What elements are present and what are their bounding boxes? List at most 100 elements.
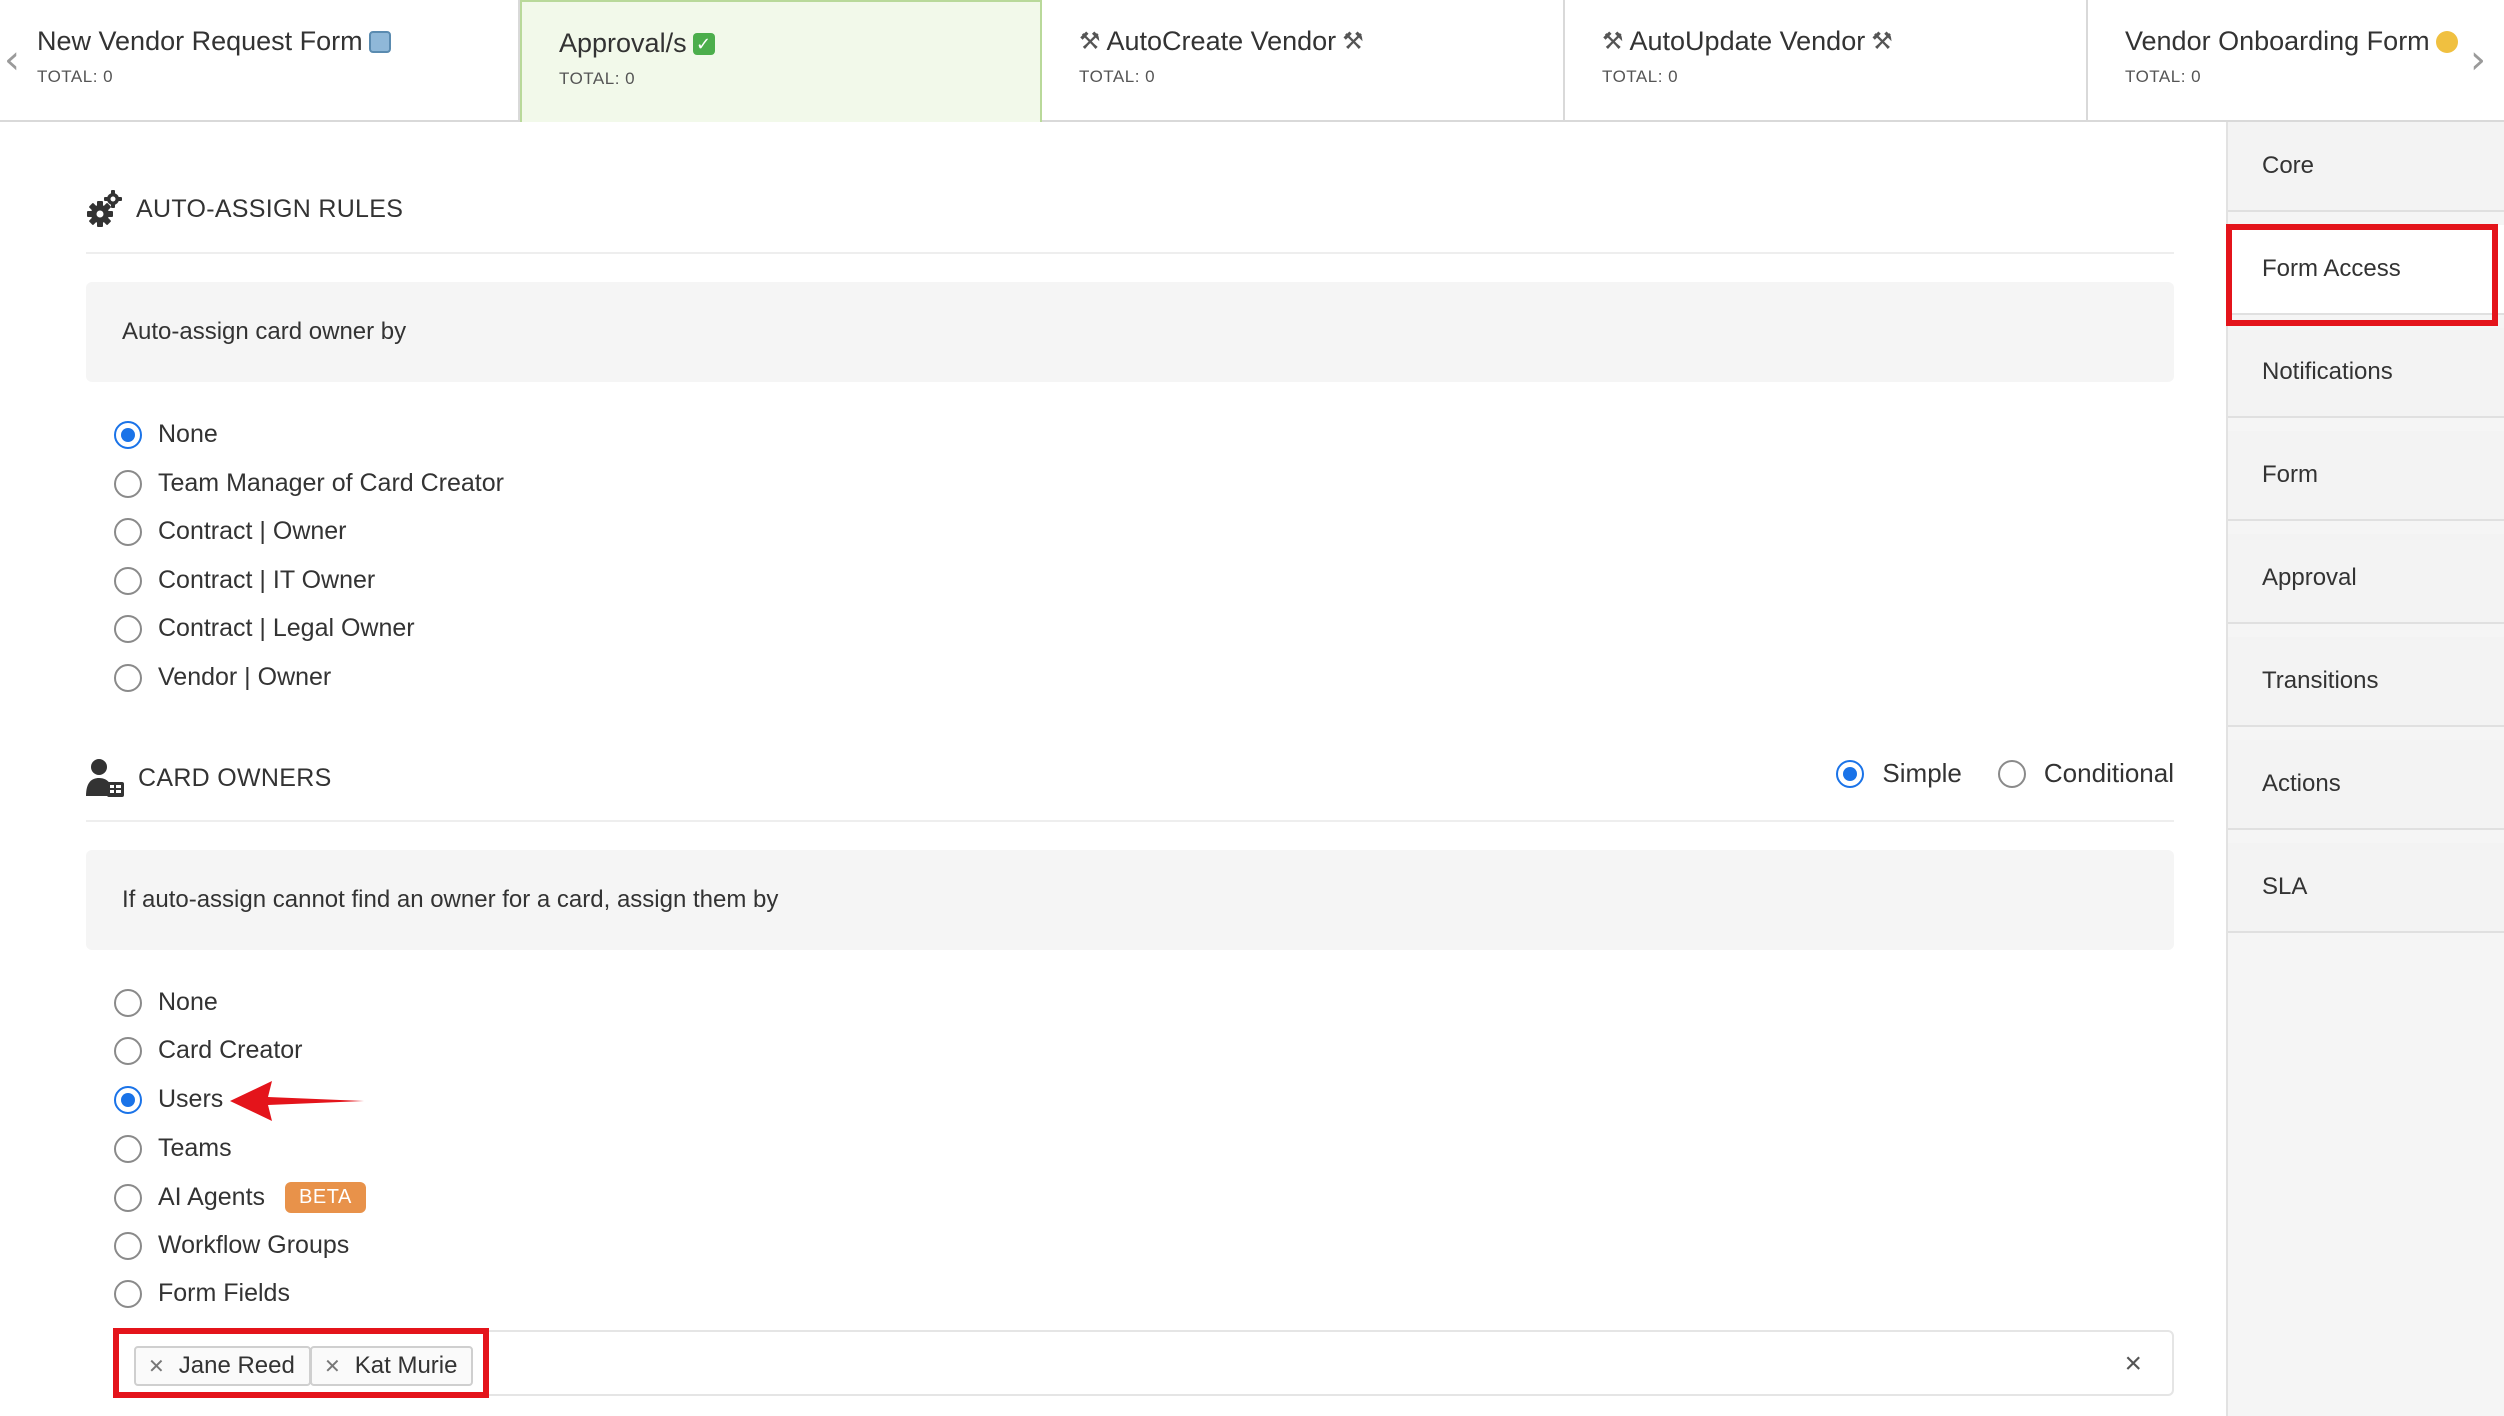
sidebar-item-notifications[interactable]: Notifications	[2228, 328, 2504, 418]
info-text: If auto-assign cannot find an owner for …	[122, 886, 779, 913]
section-title: AUTO-ASSIGN RULES	[136, 194, 404, 223]
auto-assign-option-team-manager[interactable]: Team Manager of Card Creator	[114, 469, 504, 498]
info-text: Auto-assign card owner by	[122, 318, 407, 345]
option-label: Form Fields	[158, 1279, 290, 1307]
radio-button[interactable]	[1836, 759, 1865, 788]
sidebar-item-sla[interactable]: SLA	[2228, 843, 2504, 933]
radio-button[interactable]	[114, 566, 142, 595]
sidebar-item-form[interactable]: Form	[2228, 431, 2504, 521]
sidebar-item-transitions[interactable]: Transitions	[2228, 637, 2504, 727]
stage-total: TOTAL: 0	[559, 69, 636, 88]
stage-total: TOTAL: 0	[1079, 67, 1156, 86]
stage-title-text: New Vendor Request Form	[37, 26, 363, 56]
radio-button[interactable]	[114, 1085, 142, 1114]
check-mark-icon: ✓	[692, 32, 715, 55]
owner-option-none[interactable]: None	[114, 988, 218, 1017]
radio-button[interactable]	[114, 517, 142, 546]
card-owners-info-box: If auto-assign cannot find an owner for …	[86, 850, 2174, 950]
divider	[86, 820, 2174, 822]
option-label: Conditional	[2043, 758, 2174, 788]
stage-tab-approvals[interactable]: Approval/s ✓ TOTAL: 0	[520, 0, 1042, 122]
stage-title-text: Approval/s	[559, 28, 687, 58]
owner-option-ai-agents[interactable]: AI Agents BETA	[114, 1182, 366, 1213]
radio-button[interactable]	[1997, 759, 2026, 788]
construction-worker-icon	[2435, 30, 2458, 53]
auto-assign-option-contract-it-owner[interactable]: Contract | IT Owner	[114, 566, 375, 595]
radio-button[interactable]	[114, 1036, 142, 1065]
sidebar-item-label: Actions	[2262, 770, 2341, 797]
stage-total: TOTAL: 0	[37, 67, 114, 86]
stage-title: New Vendor Request Form	[37, 26, 518, 57]
owner-option-teams[interactable]: Teams	[114, 1134, 232, 1163]
user-card-icon	[86, 759, 124, 797]
stage-tab-vendor-onboarding[interactable]: Vendor Onboarding Form TOTAL: 0	[2088, 0, 2504, 122]
annotation-highlight-box	[2226, 224, 2498, 326]
radio-button[interactable]	[114, 1231, 142, 1260]
option-label: Contract | IT Owner	[158, 566, 376, 594]
sidebar-item-label: SLA	[2262, 873, 2308, 900]
owner-option-workflow-groups[interactable]: Workflow Groups	[114, 1231, 349, 1260]
ballot-box-icon	[368, 30, 391, 53]
stage-title: Vendor Onboarding Form	[2125, 26, 2504, 57]
hammer-wrench-icon: ⚒	[1342, 28, 1364, 55]
mode-option-conditional[interactable]: Conditional	[1997, 758, 2174, 789]
stage-tab-autocreate-vendor[interactable]: ⚒ AutoCreate Vendor ⚒ TOTAL: 0	[1042, 0, 1565, 122]
sidebar-item-core[interactable]: Core	[2228, 122, 2504, 212]
hammer-wrench-icon: ⚒	[1602, 28, 1624, 55]
stage-title-text: Vendor Onboarding Form	[2125, 26, 2430, 56]
radio-button[interactable]	[114, 469, 142, 498]
clear-selection-icon[interactable]: ×	[2124, 1346, 2142, 1382]
radio-button[interactable]	[114, 663, 142, 692]
hammer-wrench-icon: ⚒	[1079, 28, 1101, 55]
auto-assign-option-contract-legal-owner[interactable]: Contract | Legal Owner	[114, 614, 415, 643]
sidebar-item-label: Core	[2262, 152, 2315, 179]
auto-assign-option-none[interactable]: None	[114, 420, 218, 449]
option-label: Workflow Groups	[158, 1231, 350, 1259]
stage-total: TOTAL: 0	[2125, 67, 2202, 86]
sidebar-item-label: Approval	[2262, 564, 2357, 591]
option-label: None	[158, 420, 218, 448]
option-label: AI Agents	[158, 1183, 266, 1211]
radio-button[interactable]	[114, 1279, 142, 1308]
radio-button[interactable]	[114, 1134, 142, 1163]
divider	[86, 252, 2174, 254]
sidebar-item-actions[interactable]: Actions	[2228, 740, 2504, 830]
beta-badge: BETA	[285, 1182, 366, 1213]
card-owners-header: CARD OWNERS	[86, 758, 332, 798]
owner-option-card-creator[interactable]: Card Creator	[114, 1036, 303, 1065]
auto-assign-info-box: Auto-assign card owner by	[86, 282, 2174, 382]
sidebar-item-label: Transitions	[2262, 667, 2379, 694]
option-label: Contract | Legal Owner	[158, 614, 415, 642]
annotation-highlight-box	[113, 1328, 489, 1398]
auto-assign-option-vendor-owner[interactable]: Vendor | Owner	[114, 663, 331, 692]
radio-button[interactable]	[114, 1183, 142, 1212]
option-label: Team Manager of Card Creator	[158, 469, 504, 497]
radio-button[interactable]	[114, 420, 142, 449]
option-label: Users	[158, 1085, 224, 1113]
stage-title: ⚒ AutoCreate Vendor ⚒	[1079, 26, 1563, 57]
owner-option-users[interactable]: Users	[114, 1085, 223, 1114]
annotation-arrow-icon	[230, 1081, 364, 1121]
auto-assign-option-contract-owner[interactable]: Contract | Owner	[114, 517, 347, 546]
hammer-wrench-icon: ⚒	[1871, 28, 1893, 55]
stage-total: TOTAL: 0	[1602, 67, 1679, 86]
section-title: CARD OWNERS	[138, 763, 332, 792]
sidebar-item-label: Form	[2262, 461, 2318, 488]
chevron-right-icon[interactable]: ›	[2470, 40, 2494, 80]
stage-tab-new-vendor-request[interactable]: New Vendor Request Form TOTAL: 0	[0, 0, 520, 122]
stage-tabs-bar: ‹ New Vendor Request Form TOTAL: 0 Appro…	[0, 0, 2504, 122]
sidebar-item-label: Notifications	[2262, 358, 2393, 385]
option-label: Card Creator	[158, 1036, 303, 1064]
mode-option-simple[interactable]: Simple	[1836, 758, 1962, 789]
sidebar-item-approval[interactable]: Approval	[2228, 534, 2504, 624]
owner-option-form-fields[interactable]: Form Fields	[114, 1279, 290, 1308]
auto-assign-header: AUTO-ASSIGN RULES	[86, 190, 403, 228]
stage-tab-autoupdate-vendor[interactable]: ⚒ AutoUpdate Vendor ⚒ TOTAL: 0	[1565, 0, 2088, 122]
stage-title-text: AutoUpdate Vendor	[1629, 26, 1866, 56]
radio-button[interactable]	[114, 988, 142, 1017]
option-label: Teams	[158, 1134, 232, 1162]
option-label: Vendor | Owner	[158, 663, 332, 691]
radio-button[interactable]	[114, 614, 142, 643]
gears-icon	[87, 190, 122, 227]
option-label: None	[158, 988, 218, 1016]
